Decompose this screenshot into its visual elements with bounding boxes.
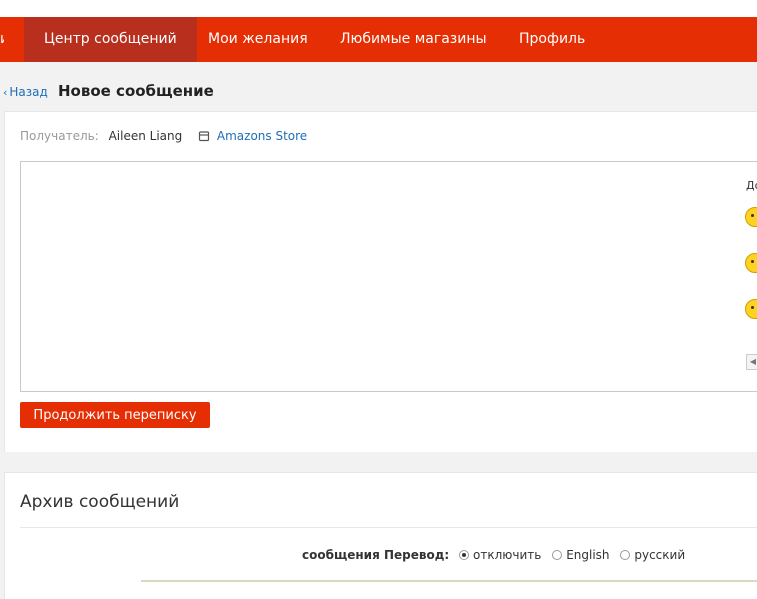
smile-emoji-icon[interactable]	[745, 207, 757, 227]
translate-english-radio[interactable]	[552, 550, 563, 560]
store-link[interactable]: Amazons Store	[217, 129, 307, 143]
archive-card: Архив сообщений сообщения Перевод: отклю…	[4, 472, 757, 599]
top-navigation-bar: и Центр сообщений Мои желания Любимые ма…	[0, 17, 757, 62]
emoji-panel: До ◀	[730, 161, 757, 392]
message-textarea[interactable]	[20, 161, 731, 392]
translate-off-label: отключить	[473, 548, 542, 562]
wink-emoji-icon[interactable]	[745, 253, 757, 273]
translate-russian-label: русский	[634, 548, 686, 562]
translate-russian-radio[interactable]	[620, 550, 631, 560]
chevron-left-icon: ‹	[3, 86, 8, 99]
translate-english-label: English	[566, 548, 610, 562]
recipient-row: Получатель: Aileen Liang Amazons Store	[20, 129, 307, 145]
recipient-label: Получатель:	[20, 129, 99, 143]
back-link[interactable]: ‹ Назад	[3, 85, 48, 99]
store-icon	[198, 130, 210, 145]
emoji-scroll-left-button[interactable]: ◀	[746, 354, 757, 370]
emoji-panel-title: До	[746, 179, 757, 192]
nav-item-wishlist[interactable]: Мои желания	[208, 17, 308, 62]
continue-conversation-button[interactable]: Продолжить переписку	[20, 402, 210, 428]
laugh-emoji-icon[interactable]	[745, 299, 757, 319]
top-strip	[0, 0, 757, 17]
archive-divider	[20, 527, 757, 528]
nav-item-favorite-stores[interactable]: Любимые магазины	[340, 17, 487, 62]
recipient-name: Aileen Liang	[108, 129, 183, 143]
nav-item-message-center[interactable]: Центр сообщений	[24, 17, 197, 62]
back-link-label: Назад	[9, 85, 48, 99]
translate-row: сообщения Перевод: отключить English рус…	[302, 548, 692, 562]
compose-card: Получатель: Aileen Liang Amazons Store Д…	[4, 111, 757, 452]
nav-item-cut[interactable]: и	[0, 17, 4, 62]
translate-off-radio[interactable]	[459, 550, 470, 560]
page-header: ‹ Назад Новое сообщение	[0, 62, 757, 110]
archive-list-divider	[141, 580, 757, 582]
archive-title: Архив сообщений	[20, 492, 180, 512]
page-title: Новое сообщение	[58, 82, 214, 100]
nav-item-profile[interactable]: Профиль	[519, 17, 585, 62]
translate-label: сообщения Перевод:	[302, 548, 450, 562]
